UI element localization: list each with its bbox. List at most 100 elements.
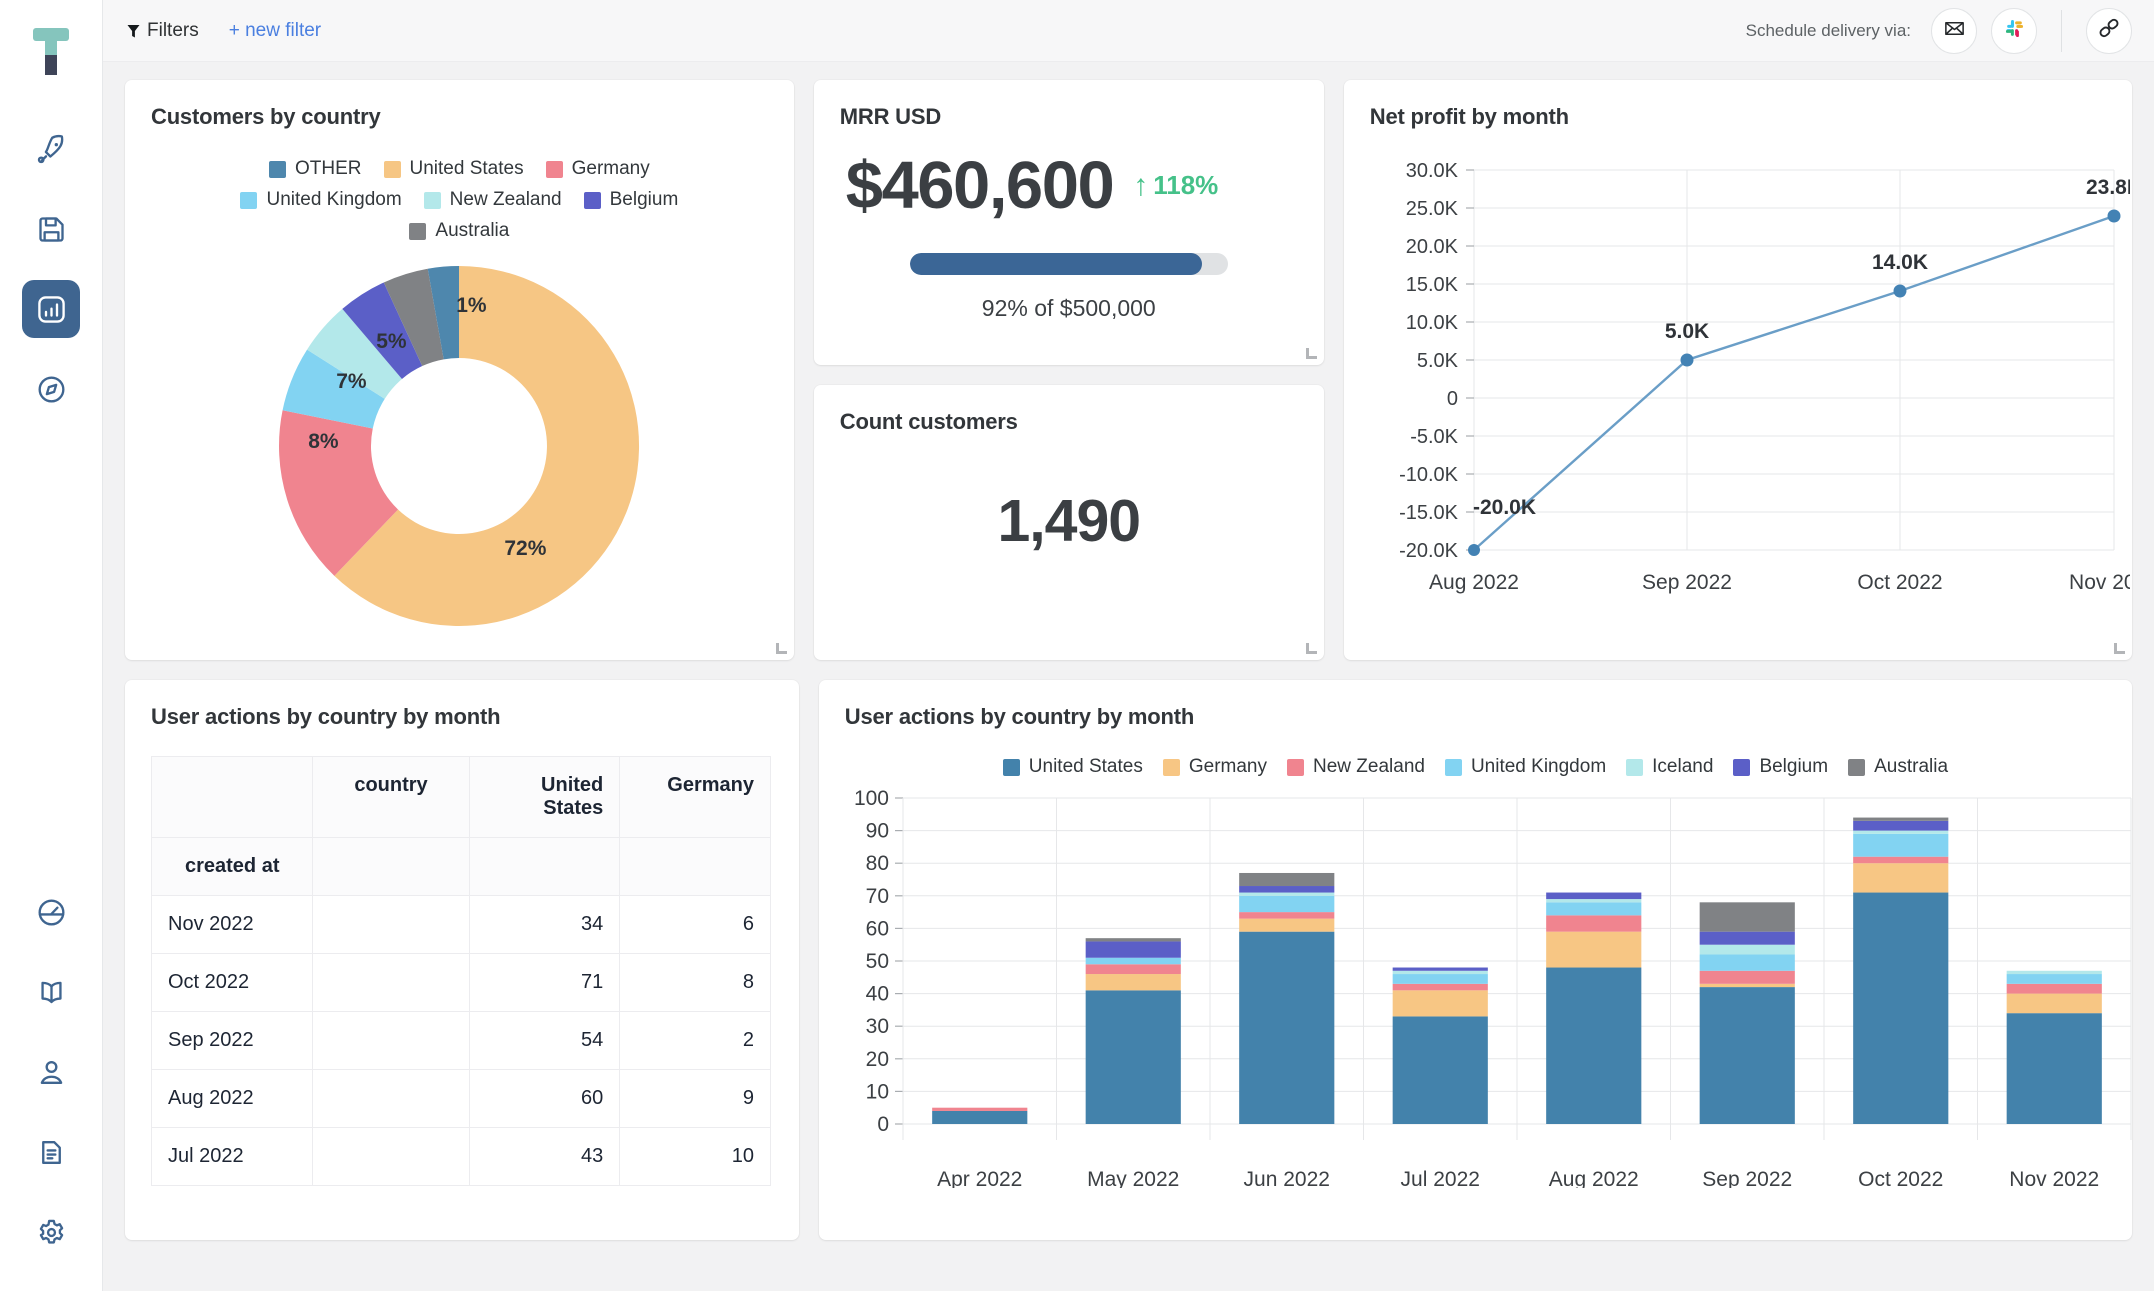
table-cell-month: Oct 2022 (152, 954, 313, 1012)
svg-text:-5.0K: -5.0K (1410, 426, 1458, 448)
svg-text:Apr 2022: Apr 2022 (937, 1168, 1022, 1188)
table-cell-value: 8 (620, 954, 771, 1012)
kpi-column: MRR USD $460,600 ↑ 118% 92% of $500,000 (814, 80, 1324, 660)
schedule-slack-button[interactable] (1991, 8, 2037, 54)
legend-swatch (384, 161, 401, 178)
new-filter-link[interactable]: + new filter (229, 20, 321, 42)
legend-swatch (409, 223, 426, 240)
card-title: Count customers (840, 409, 1298, 435)
svg-text:Oct 2022: Oct 2022 (1858, 1168, 1943, 1188)
legend-item[interactable]: Belgium (1733, 756, 1828, 778)
legend-item[interactable]: New Zealand (1287, 756, 1425, 778)
svg-text:80: 80 (865, 852, 888, 875)
sidebar-item-explore[interactable] (22, 360, 80, 418)
table-body: Nov 2022 34 6 Oct 2022 71 8 (152, 896, 771, 1186)
gauge-icon (35, 896, 68, 929)
card-resize-handle[interactable] (2114, 643, 2125, 654)
table-row[interactable]: Sep 2022 54 2 (152, 1012, 771, 1070)
legend-label: New Zealand (1313, 756, 1425, 778)
teal-t-logo[interactable] (25, 22, 77, 78)
legend-label: Australia (1874, 756, 1948, 778)
svg-text:Jul 2022: Jul 2022 (1400, 1168, 1479, 1188)
svg-text:Nov 2022: Nov 2022 (2009, 1168, 2099, 1188)
table-subheader-blank (620, 838, 771, 896)
legend-label: United Kingdom (1471, 756, 1606, 778)
sidebar-item-settings[interactable] (22, 1203, 80, 1261)
card-resize-handle[interactable] (776, 643, 787, 654)
sidebar-item-launch[interactable] (22, 120, 80, 178)
legend-item[interactable]: OTHER (269, 158, 362, 180)
count-customers-value: 1,490 (840, 487, 1298, 555)
legend-swatch (269, 161, 286, 178)
legend-swatch (1003, 759, 1020, 776)
donut-chart[interactable]: 72% 8% 7% 5% 1% (273, 260, 645, 632)
legend-item[interactable]: Germany (1163, 756, 1267, 778)
legend-swatch (240, 192, 257, 209)
card-resize-handle[interactable] (1306, 348, 1317, 359)
legend-item[interactable]: United Kingdom (1445, 756, 1606, 778)
donut-label-united-states: 72% (504, 537, 546, 561)
table-cell-value: 43 (469, 1128, 620, 1186)
legend-item[interactable]: United States (384, 158, 524, 180)
svg-text:60: 60 (865, 917, 888, 940)
sidebar-item-docs[interactable] (22, 963, 80, 1021)
table-row[interactable]: Oct 2022 71 8 (152, 954, 771, 1012)
legend-item[interactable]: Germany (546, 158, 650, 180)
svg-text:100: 100 (854, 788, 889, 810)
legend-label: Germany (1189, 756, 1267, 778)
table-row-dimension-header: created at (152, 838, 313, 896)
legend-item[interactable]: Iceland (1626, 756, 1713, 778)
svg-text:Nov 2022: Nov 2022 (2069, 571, 2130, 594)
card-resize-handle[interactable] (1306, 643, 1317, 654)
sidebar-item-account[interactable] (22, 1043, 80, 1101)
user-actions-stacked-bar-chart[interactable]: 0102030405060708090100Apr 2022May 2022Ju… (845, 788, 2132, 1188)
table-cell-value: 60 (469, 1070, 620, 1128)
table-row[interactable]: Nov 2022 34 6 (152, 896, 771, 954)
net-profit-line-chart[interactable]: 30.0K 25.0K 20.0K 15.0K 10.0K 5.0K 0 -5.… (1370, 146, 2130, 626)
legend-item[interactable]: United Kingdom (240, 189, 401, 211)
dashboard-app: Filters + new filter Schedule delivery v… (0, 0, 2154, 1291)
schedule-email-button[interactable] (1931, 8, 1977, 54)
svg-text:5.0K: 5.0K (1417, 350, 1459, 372)
link-chain-icon (2097, 16, 2121, 45)
legend-label: Germany (572, 158, 650, 180)
sidebar-item-performance[interactable] (22, 883, 80, 941)
legend-item[interactable]: New Zealand (424, 189, 562, 211)
svg-text:5.0K: 5.0K (1665, 320, 1709, 343)
table-row[interactable]: Aug 2022 60 9 (152, 1070, 771, 1128)
legend-label: United Kingdom (266, 189, 401, 211)
funnel-icon (127, 23, 140, 38)
sidebar-item-reports[interactable] (22, 1123, 80, 1181)
mrr-value: $460,600 (846, 152, 1113, 219)
legend-swatch (546, 161, 563, 178)
legend-label: United States (1029, 756, 1143, 778)
toolbar-divider (2061, 10, 2062, 52)
table-column-header: Germany (620, 757, 771, 838)
sidebar-item-dashboards[interactable] (22, 280, 80, 338)
compass-icon (35, 373, 68, 406)
sidebar-item-saved[interactable] (22, 200, 80, 258)
legend-item[interactable]: United States (1003, 756, 1143, 778)
arrow-up-icon: ↑ (1133, 171, 1148, 201)
envelope-icon (1943, 17, 1966, 45)
svg-text:20: 20 (865, 1048, 888, 1071)
legend-item[interactable]: Australia (1848, 756, 1948, 778)
legend-label: OTHER (295, 158, 362, 180)
table-cell-value: 6 (620, 896, 771, 954)
mrr-delta-value: 118% (1153, 170, 1218, 201)
board-row-1: Customers by country OTHER United States (125, 80, 2132, 660)
legend-item[interactable]: Belgium (584, 189, 679, 211)
legend-swatch (424, 192, 441, 209)
floppy-disk-icon (35, 213, 68, 246)
svg-text:-20.0K: -20.0K (1399, 540, 1459, 562)
table-cell-value: 54 (469, 1012, 620, 1070)
table-row[interactable]: Jul 2022 43 10 (152, 1128, 771, 1186)
toolbar-right: Schedule delivery via: (1746, 8, 2132, 54)
donut-legend: OTHER United States Germany United (151, 158, 768, 242)
table-cell-blank (313, 1128, 469, 1186)
copy-link-button[interactable] (2086, 8, 2132, 54)
legend-item[interactable]: Australia (409, 220, 509, 242)
user-actions-table-wrapper[interactable]: country United States Germany created at (151, 756, 773, 1186)
filters-button[interactable]: Filters (127, 20, 199, 42)
mrr-usd-card: MRR USD $460,600 ↑ 118% 92% of $500,000 (814, 80, 1324, 365)
